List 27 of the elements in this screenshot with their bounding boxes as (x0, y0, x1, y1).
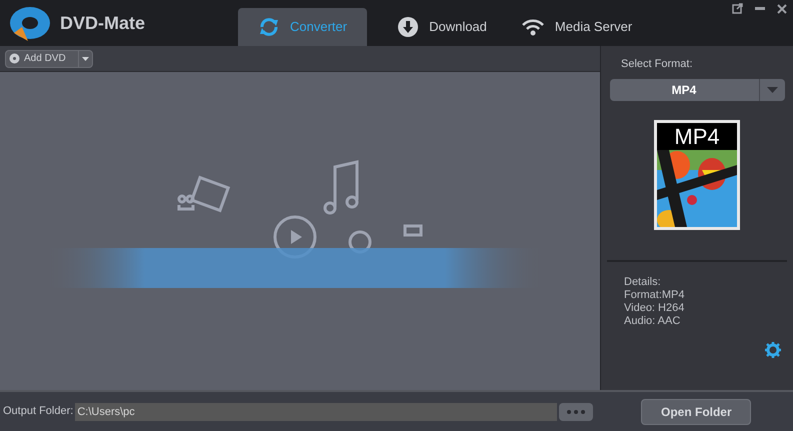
tab[interactable]: Converter (238, 8, 368, 46)
caret-icon (766, 86, 778, 92)
detail-line: Format:MP4 (624, 288, 685, 302)
sync-icon (258, 16, 280, 38)
disc-icon (9, 53, 20, 64)
detail-line: Details: (624, 276, 662, 288)
open-folder-button[interactable]: Open Folder (641, 398, 752, 424)
popout-icon[interactable] (732, 3, 743, 14)
wifi-icon (520, 17, 545, 37)
output-folder-label: Output Folder: (3, 404, 74, 420)
ellipsis-icon (567, 410, 586, 414)
download-icon (397, 16, 420, 38)
tab[interactable]: Download (393, 8, 491, 46)
minimize-icon[interactable] (755, 6, 765, 10)
tab[interactable]: Media Server (516, 8, 636, 46)
caret-icon (82, 56, 89, 60)
browse-button[interactable] (559, 402, 594, 420)
format-dropdown[interactable]: MP4 (610, 78, 784, 100)
app-title: DVD-Mate (60, 12, 146, 34)
select-format-label: Select Format: (621, 57, 693, 72)
add-dvd-button[interactable]: Add DVD (5, 50, 93, 68)
close-icon[interactable] (777, 4, 787, 14)
format-thumbnail: MP4 (654, 120, 740, 230)
detail-line: Video: H264 (624, 302, 685, 314)
settings-icon[interactable] (765, 342, 781, 358)
detail-line: Audio: AAC (624, 314, 682, 328)
output-folder-field[interactable]: C:\Users\pc (75, 402, 558, 420)
